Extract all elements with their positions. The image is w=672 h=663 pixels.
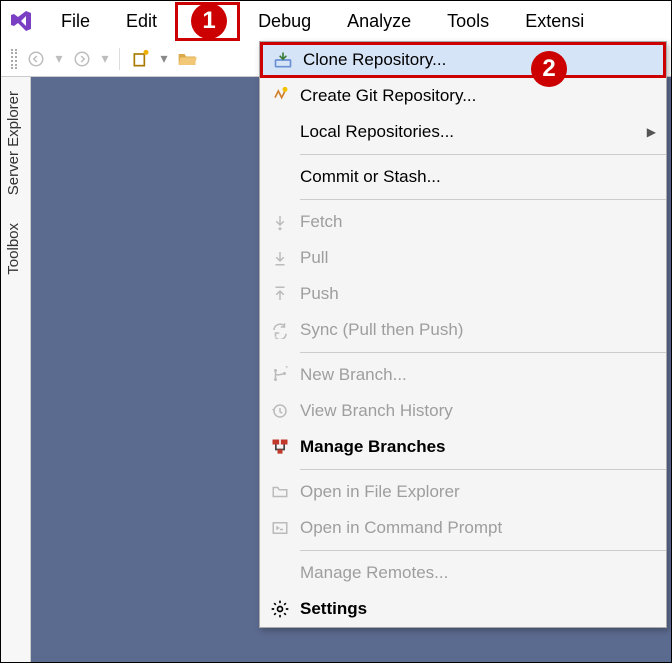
menu-item-label: Sync (Pull then Push) <box>300 320 656 340</box>
menu-debug[interactable]: Debug <box>240 5 329 38</box>
terminal-icon <box>260 519 300 537</box>
menu-item-label: Open in Command Prompt <box>300 518 656 538</box>
menu-item-label: Manage Branches <box>300 437 656 457</box>
menu-divider <box>300 199 666 200</box>
menu-item-label: Create Git Repository... <box>300 86 656 106</box>
open-folder-button[interactable] <box>174 46 200 72</box>
menu-item-label: Commit or Stash... <box>300 167 656 187</box>
menu-item-label: Open in File Explorer <box>300 482 656 502</box>
git-menu-item: Push <box>260 276 666 312</box>
nav-forward-dropdown[interactable]: ▾ <box>99 46 111 72</box>
menu-item-label: Manage Remotes... <box>300 563 656 583</box>
menu-divider <box>300 550 666 551</box>
git-menu-item: Sync (Pull then Push) <box>260 312 666 348</box>
nav-forward-button[interactable] <box>69 46 95 72</box>
gear-icon <box>260 599 300 619</box>
new-branch-icon: * <box>260 366 300 384</box>
menu-item-label: Pull <box>300 248 656 268</box>
nav-back-button[interactable] <box>23 46 49 72</box>
menubar: File Edit View Git Debug Analyze Tools E… <box>1 1 671 41</box>
sync-icon <box>260 321 300 339</box>
toolbar-separator <box>119 48 120 70</box>
menu-item-label: Clone Repository... <box>303 50 653 70</box>
menu-extensions[interactable]: Extensi <box>507 5 602 38</box>
pull-icon <box>260 249 300 267</box>
clone-icon <box>263 50 303 70</box>
visual-studio-logo <box>7 7 35 35</box>
nav-back-dropdown[interactable]: ▾ <box>53 46 65 72</box>
side-tab-server-explorer[interactable]: Server Explorer <box>1 77 26 209</box>
git-menu-item: Open in File Explorer <box>260 474 666 510</box>
git-menu-item[interactable]: Local Repositories...▶ <box>260 114 666 150</box>
annotation-callout-2: 2 <box>531 51 567 87</box>
new-item-dropdown[interactable]: ▾ <box>158 46 170 72</box>
git-menu-item[interactable]: Commit or Stash... <box>260 159 666 195</box>
git-menu-item[interactable]: Clone Repository... <box>260 42 666 78</box>
git-menu-item: View Branch History <box>260 393 666 429</box>
menu-item-label: Local Repositories... <box>300 122 647 142</box>
fetch-icon <box>260 213 300 231</box>
git-menu-item: Open in Command Prompt <box>260 510 666 546</box>
toolbar-grip <box>11 49 17 69</box>
menu-item-label: Push <box>300 284 656 304</box>
push-icon <box>260 285 300 303</box>
create-repo-icon <box>260 86 300 106</box>
menu-edit[interactable]: Edit <box>108 5 175 38</box>
git-menu-item: Pull <box>260 240 666 276</box>
menu-divider <box>300 154 666 155</box>
history-icon <box>260 402 300 420</box>
submenu-arrow-icon: ▶ <box>647 125 656 139</box>
menu-analyze[interactable]: Analyze <box>329 5 429 38</box>
git-menu-item[interactable]: Manage Branches <box>260 429 666 465</box>
annotation-callout-1: 1 <box>191 3 227 39</box>
git-dropdown-menu: Clone Repository... Create Git Repository… <box>259 41 667 628</box>
git-menu-item: Manage Remotes... <box>260 555 666 591</box>
git-menu-item: Fetch <box>260 204 666 240</box>
manage-branches-icon <box>260 437 300 457</box>
git-menu-item: * New Branch... <box>260 357 666 393</box>
menu-item-label: Fetch <box>300 212 656 232</box>
side-tab-toolbox[interactable]: Toolbox <box>1 209 26 289</box>
folder-icon <box>260 483 300 501</box>
svg-text:*: * <box>285 366 288 373</box>
menu-file[interactable]: File <box>43 5 108 38</box>
new-item-button[interactable] <box>128 46 154 72</box>
side-tab-strip: Server Explorer Toolbox <box>1 77 31 662</box>
menu-item-label: View Branch History <box>300 401 656 421</box>
git-menu-item[interactable]: Create Git Repository... <box>260 78 666 114</box>
menu-item-label: New Branch... <box>300 365 656 385</box>
menu-divider <box>300 352 666 353</box>
git-menu-item[interactable]: Settings <box>260 591 666 627</box>
menu-item-label: Settings <box>300 599 656 619</box>
menu-tools[interactable]: Tools <box>429 5 507 38</box>
menu-divider <box>300 469 666 470</box>
